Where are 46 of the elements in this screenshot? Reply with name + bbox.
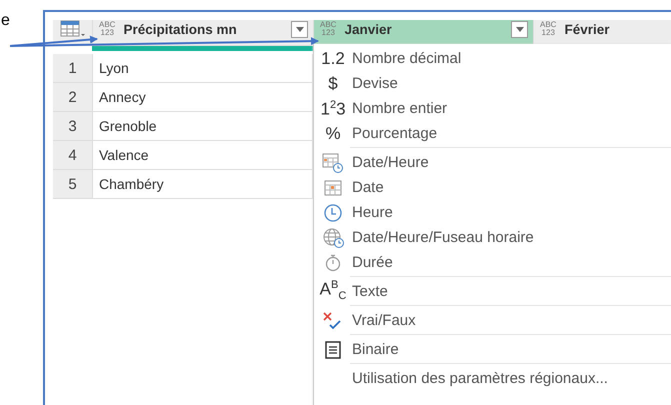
column-name: Février (564, 22, 610, 36)
calendar-clock-icon (322, 152, 344, 172)
type-icon: ABC 123 (99, 21, 116, 37)
column-name: Janvier (344, 22, 393, 36)
menu-item[interactable]: Vrai/Faux (314, 308, 671, 333)
dropdown-button[interactable] (511, 20, 528, 38)
type-icon: ABC 123 (320, 21, 336, 37)
menu-item[interactable]: Date (314, 175, 671, 200)
row-number: 3 (53, 112, 92, 141)
menu-item[interactable]: $ Devise (314, 71, 671, 96)
type-icon: ABC 123 (540, 21, 556, 37)
menu-item[interactable]: Date/Heure (314, 150, 671, 175)
cross-check-icon (323, 312, 343, 330)
menu-item[interactable]: Heure (314, 200, 671, 225)
menu-item[interactable]: Durée (314, 250, 671, 275)
stopwatch-icon (325, 254, 341, 272)
menu-item[interactable]: Utilisation des paramètres régionaux... (314, 366, 671, 391)
document-icon (325, 340, 341, 358)
row-number: 5 (53, 170, 92, 199)
type-icon: 1.2 (321, 50, 345, 67)
globe-clock-icon (322, 228, 344, 248)
calendar-icon (324, 180, 342, 196)
caption-text: e (1, 12, 10, 29)
row-number: 1 (53, 54, 92, 83)
type-icon: % (325, 125, 341, 142)
row-number: 2 (53, 83, 92, 112)
table-cell: Grenoble (92, 112, 313, 141)
table-cell: Annecy (92, 83, 313, 112)
table-cell: Lyon (92, 54, 313, 83)
caret-icon (516, 26, 524, 32)
clock-icon (324, 204, 342, 222)
table-icon (60, 20, 86, 38)
row-number: 4 (53, 141, 92, 170)
dropdown-button[interactable] (291, 20, 308, 38)
menu-item[interactable]: 1.2 Nombre décimal (314, 46, 671, 71)
type-icon: $ (328, 75, 338, 92)
menu-item[interactable]: % Pourcentage (314, 121, 671, 146)
type-icon: 1$^{2}$3 (320, 100, 346, 118)
column-name: Précipitations mn (123, 22, 238, 36)
menu-item[interactable]: A$^{B}$$_{C}$ Texte (314, 279, 671, 304)
menu-item[interactable]: Date/Heure/Fuseau horaire (314, 225, 671, 250)
table-cell: Chambéry (92, 170, 313, 199)
menu-item[interactable]: 1$^{2}$3 Nombre entier (314, 96, 671, 121)
caret-icon (296, 26, 304, 32)
table-cell: Valence (92, 141, 313, 170)
menu-item[interactable]: Binaire (314, 337, 671, 362)
